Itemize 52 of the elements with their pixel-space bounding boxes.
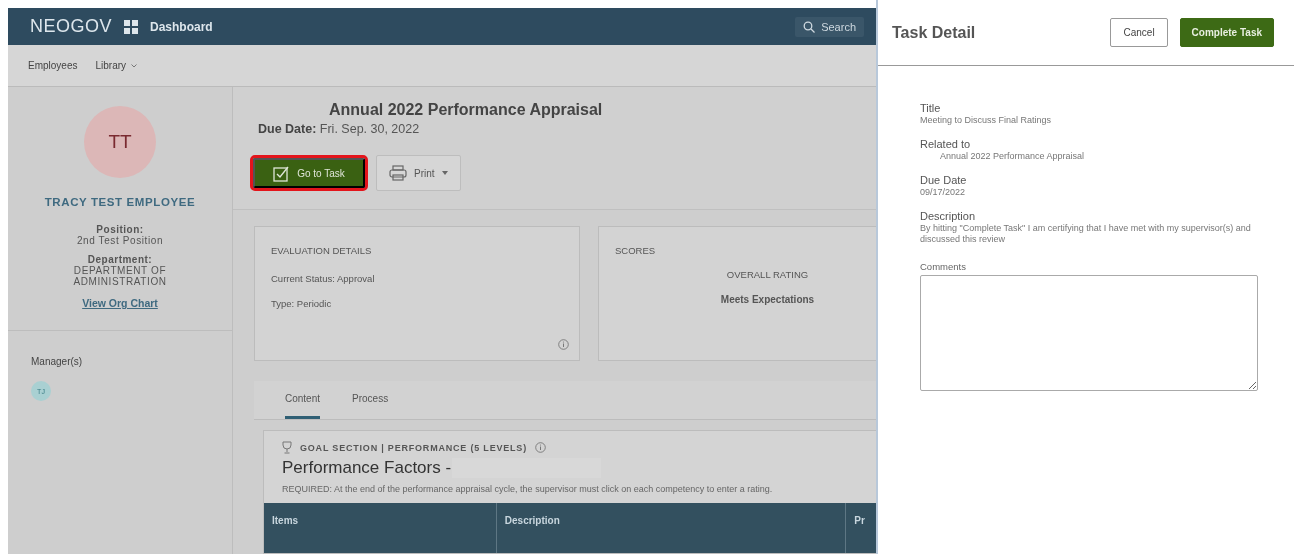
column-header: Items [264, 503, 497, 553]
tab[interactable]: Content [285, 381, 321, 419]
field-value: Meeting to Discuss Final Ratings [920, 115, 1053, 126]
info-icon [558, 339, 569, 350]
search-icon [803, 20, 816, 33]
detail-row-text: Current Status: Approval [271, 273, 376, 284]
comments-field[interactable] [920, 275, 1258, 391]
logo[interactable]: NEOGOV [30, 16, 112, 37]
print-button[interactable]: Print [376, 155, 461, 191]
nav-menu-item[interactable]: Library [95, 60, 138, 71]
field-label: Description [920, 210, 977, 222]
managers-label: Manager(s) [31, 356, 84, 367]
section-note: REQUIRED: At the end of the performance appraisal cycle, the supervisor must click on each competency to enter a rating. [281, 483, 774, 494]
org-chart-link[interactable]: View Org Chart [82, 297, 158, 309]
grid-icon [124, 19, 138, 34]
printer-icon [389, 165, 407, 181]
rating-value: Meets Expectations [720, 294, 815, 305]
card-heading: EVALUATION DETAILS [271, 245, 373, 256]
comments-label: Comments [920, 261, 967, 272]
nav-link[interactable]: Dashboard [150, 19, 213, 34]
field-value: DEPARTMENT OF ADMINISTRATION [72, 265, 168, 287]
field-label: Due Date [920, 174, 968, 186]
column-header: Description [496, 503, 847, 553]
nav-menu-item[interactable]: Employees [28, 60, 78, 71]
section-heading: GOAL SECTION | PERFORMANCE (5 LEVELS) [300, 442, 527, 453]
info-icon [534, 442, 546, 453]
field-label: Title [920, 102, 942, 114]
section-title: Performance Factors - [282, 458, 602, 478]
tab[interactable]: Process [352, 381, 389, 419]
avatar: TT [84, 106, 156, 178]
card-heading: SCORES [615, 245, 657, 256]
column-header: Pr [853, 514, 866, 528]
complete-task-button[interactable]: Complete Task [1179, 18, 1274, 47]
cancel-button[interactable]: Cancel [1110, 18, 1168, 47]
checkbox-icon [273, 164, 291, 182]
field-label: Related to [920, 138, 972, 150]
detail-row-text: Type: Periodic [271, 298, 333, 309]
appraisal-title: Annual 2022 Performance Appraisal [329, 101, 604, 119]
search-button[interactable]: Search [795, 16, 864, 37]
field-value: 09/17/2022 [920, 187, 967, 198]
field-label: Position: [96, 224, 144, 235]
field-label: Department: [87, 254, 153, 265]
caret-icon [441, 171, 448, 175]
due-date: Due Date: Fri. Sep. 30, 2022 [258, 122, 421, 136]
field-value: 2nd Test Position [75, 235, 165, 246]
field-value: By hitting "Complete Task" I am certifying that I have met with my supervisor(s) and discussed this review [920, 223, 1252, 245]
panel-title: Task Detail [892, 23, 977, 42]
field-value: Annual 2022 Performance Appraisal [939, 151, 1086, 162]
rating-label: OVERALL RATING [726, 269, 809, 280]
trophy-icon [282, 441, 292, 454]
go-to-task-button[interactable]: Go to Task [253, 158, 365, 188]
employee-name: TRACY TEST EMPLOYEE [44, 196, 196, 208]
